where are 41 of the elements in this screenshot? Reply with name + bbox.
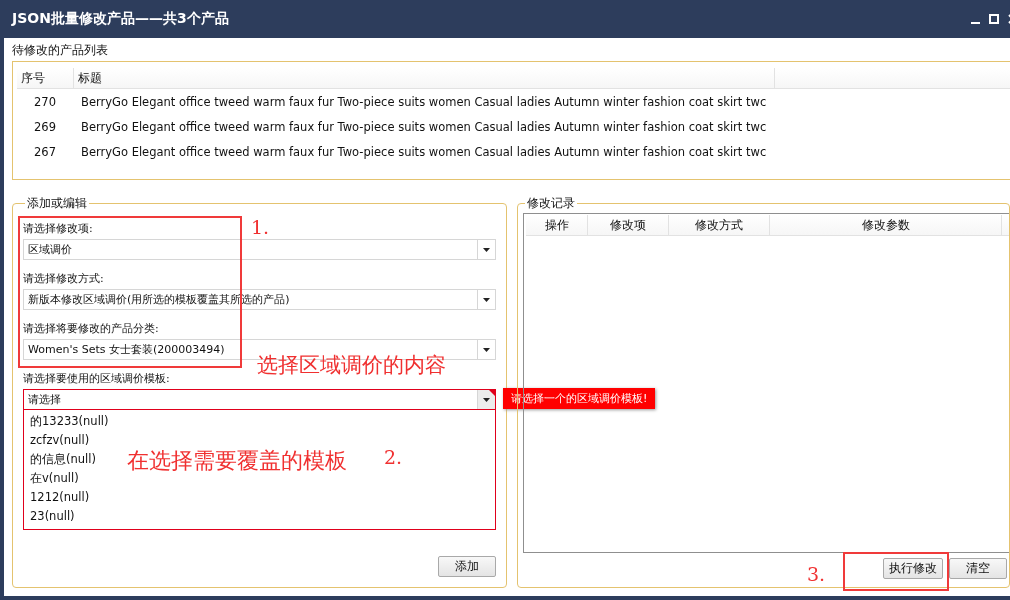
field-label: 请选择将要修改的产品分类: xyxy=(23,321,159,337)
dropdown-arrow-icon xyxy=(483,297,491,302)
dropdown[interactable]: 区域调价 xyxy=(23,239,497,260)
field-label: 请选择修改项: xyxy=(23,221,93,237)
group-title: 修改记录 xyxy=(526,196,577,211)
section-label: 待修改的产品列表 xyxy=(12,42,108,59)
table-cell-text: 269 xyxy=(33,119,56,134)
window-title: JSON批量修改产品——共3个产品 xyxy=(12,10,230,28)
dropdown-arrow-icon xyxy=(483,347,491,352)
dropdown-option[interactable]: 1212(null) xyxy=(24,488,94,507)
annotation-text: 在选择需要覆盖的模板 xyxy=(127,447,347,475)
table-cell-text: BerryGo Elegant office tweed warm faux fur Two-piece suits women Casual ladies Autumn winter fashion coat skirt twc xyxy=(80,119,767,134)
column-header[interactable]: 修改参数 xyxy=(770,215,1003,235)
annotation-text: 2. xyxy=(384,446,403,468)
dropdown-option[interactable]: zcfzv(null) xyxy=(24,431,94,450)
column-header[interactable]: 操作 xyxy=(526,215,589,235)
group-title: 添加或编辑 xyxy=(26,196,88,211)
table-cell-text: BerryGo Elegant office tweed warm faux fur Two-piece suits women Casual ladies Autumn winter fashion coat skirt twc xyxy=(80,144,767,159)
dropdown-option[interactable]: 在v(null) xyxy=(24,469,83,488)
dropdown-option[interactable]: 的信息(null) xyxy=(24,450,100,469)
annotation-text: 1. xyxy=(251,216,270,238)
table-cell-text: 270 xyxy=(33,94,56,109)
dropdown-arrow-icon xyxy=(483,247,491,252)
annotation-text: 3. xyxy=(807,563,826,585)
dropdown-option[interactable]: 23(null) xyxy=(24,507,79,526)
field-label: 请选择修改方式: xyxy=(23,271,104,287)
field-label: 请选择要使用的区域调价模板: xyxy=(23,371,170,387)
table-cell-text: 267 xyxy=(33,144,56,159)
dropdown[interactable]: 新版本修改区域调价(用所选的模板覆盖其所选的产品) xyxy=(23,289,497,310)
column-header[interactable]: 修改项 xyxy=(588,215,670,235)
dropdown-arrow-icon xyxy=(483,397,491,402)
dropdown[interactable]: 请选择 xyxy=(23,389,497,410)
action-button[interactable]: 清空 xyxy=(949,558,1007,579)
dropdown-option[interactable]: 的13233(null) xyxy=(24,412,113,431)
add-button[interactable]: 添加 xyxy=(438,556,497,577)
action-button[interactable]: 执行修改 xyxy=(883,558,943,579)
column-header[interactable]: 序号 xyxy=(17,68,74,88)
column-header[interactable]: 修改方式 xyxy=(669,215,771,235)
table-cell-text: BerryGo Elegant office tweed warm faux fur Two-piece suits women Casual ladies Autumn winter fashion coat skirt twc xyxy=(80,94,767,109)
maximize-icon[interactable] xyxy=(989,14,999,24)
column-header[interactable]: 标题 xyxy=(74,68,775,88)
